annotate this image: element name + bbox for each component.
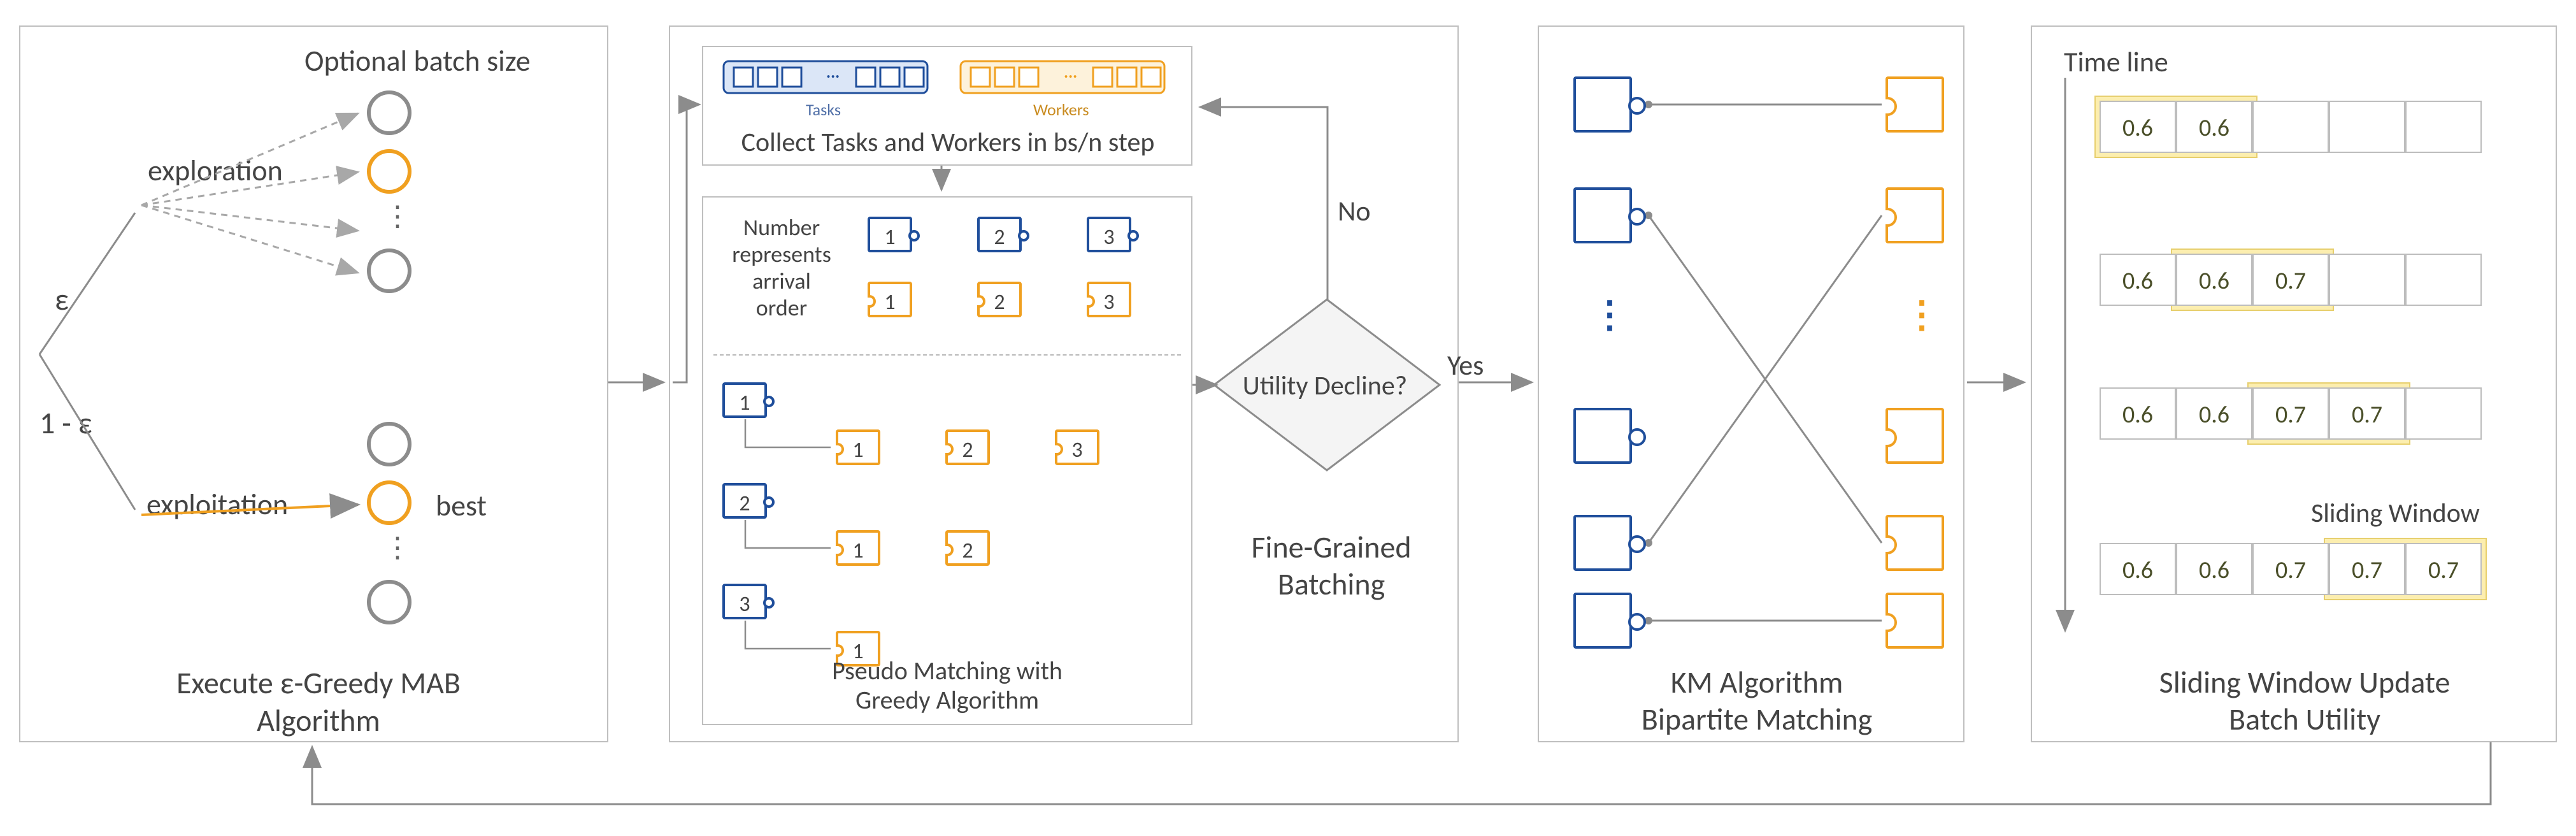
sw-cell: 0.7 [2252,387,2329,440]
panel4-title: Sliding Window Update Batch Utility [2101,664,2508,738]
sw-cell: 0.6 [2176,387,2252,440]
puzzle-piece [1885,515,1944,571]
sw-cell: 0.6 [2176,543,2252,595]
puzzle-piece [1573,187,1632,243]
puzzle-piece [1573,408,1632,464]
timeline-label: Time line [2064,45,2168,79]
panel3-title: KM Algorithm Bipartite Matching [1585,664,1929,738]
vdots-icon: ⋮ [1903,292,1940,337]
sw-cell: 0.6 [2100,101,2176,153]
puzzle-piece [1885,76,1944,133]
puzzle-piece [1885,187,1944,243]
puzzle-piece [1885,408,1944,464]
sw-cell: 0.7 [2252,254,2329,306]
sw-cell: 0.6 [2100,254,2176,306]
sw-cell: 0.7 [2405,543,2482,595]
vdots-icon: ⋮ [1591,292,1628,337]
sw-cell: 0.7 [2329,543,2405,595]
puzzle-piece [1573,515,1632,571]
sw-cell: 0.6 [2176,254,2252,306]
sw-cell: 0.7 [2329,387,2405,440]
sliding-label: Sliding Window [2311,497,2480,530]
sw-cell: 0.6 [2100,387,2176,440]
sw-cell: 0.7 [2252,543,2329,595]
sw-cell: 0.6 [2100,543,2176,595]
sw-cell [2405,387,2482,440]
sw-cell: 0.6 [2176,101,2252,153]
sw-cell [2329,254,2405,306]
sw-cell [2329,101,2405,153]
sw-cell [2405,254,2482,306]
puzzle-piece [1573,76,1632,133]
sw-cell [2252,101,2329,153]
puzzle-piece [1885,593,1944,649]
sw-cell [2405,101,2482,153]
puzzle-piece [1573,593,1632,649]
